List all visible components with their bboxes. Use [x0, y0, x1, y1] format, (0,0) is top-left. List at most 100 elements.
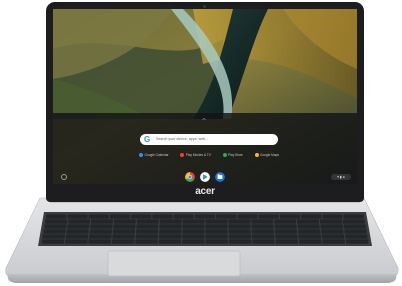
webcam	[203, 5, 206, 8]
keyboard-key[interactable]	[135, 239, 158, 244]
keyboard-key[interactable]	[342, 219, 365, 224]
keyboard-key[interactable]	[46, 214, 67, 219]
keyboard-key[interactable]	[159, 234, 182, 239]
keyboard-key[interactable]	[258, 214, 279, 219]
keyboard-key[interactable]	[274, 219, 297, 224]
keyboard-key[interactable]	[182, 239, 205, 244]
keyboard-key[interactable]	[252, 234, 275, 239]
keyboard-key[interactable]	[228, 219, 251, 224]
keyboard-key[interactable]	[205, 239, 228, 244]
suggestion-chip-play-store[interactable]: Play Store	[222, 151, 243, 159]
keyboard-key[interactable]	[65, 239, 88, 244]
keyboard-key[interactable]	[159, 219, 182, 224]
keyboard-key[interactable]	[251, 224, 274, 229]
keyboard-key[interactable]	[43, 229, 66, 234]
keyboard-key[interactable]	[67, 224, 90, 229]
keyboard-key[interactable]	[320, 224, 343, 229]
keyboard-key[interactable]	[111, 239, 135, 244]
keyboard-key[interactable]	[252, 239, 275, 244]
search-input[interactable]: Search your device, apps, web...	[156, 134, 208, 145]
keyboard-key[interactable]	[41, 239, 65, 244]
keyboard-key[interactable]	[205, 229, 228, 234]
keyboard-key[interactable]	[112, 234, 135, 239]
keyboard-key[interactable]	[343, 214, 364, 219]
keyboard-key[interactable]	[45, 219, 68, 224]
keyboard-key[interactable]	[320, 219, 342, 224]
suggestion-chip-calendar[interactable]: Google Calendar	[139, 151, 169, 159]
keyboard-key[interactable]	[251, 229, 274, 234]
keyboard-key[interactable]	[66, 229, 89, 234]
keyboard-key[interactable]	[159, 224, 182, 229]
google-icon: G	[144, 135, 151, 144]
keyboard-key[interactable]	[274, 224, 297, 229]
keyboard-key[interactable]	[135, 234, 158, 239]
keyboard-key[interactable]	[274, 229, 297, 234]
keyboard-key[interactable]	[205, 224, 228, 229]
keyboard-key[interactable]	[182, 219, 205, 224]
keyboard-key[interactable]	[182, 234, 205, 239]
keyboard-key[interactable]	[113, 224, 136, 229]
keyboard-key[interactable]	[345, 239, 369, 244]
files-icon[interactable]	[215, 172, 225, 182]
keyboard-key[interactable]	[322, 214, 343, 219]
keyboard-key[interactable]	[65, 234, 89, 239]
keyboard-key[interactable]	[298, 229, 321, 234]
keyboard-key[interactable]	[159, 229, 182, 234]
keyboard-key[interactable]	[89, 234, 112, 239]
keyboard-key[interactable]	[42, 234, 65, 239]
keyboard-key[interactable]	[301, 214, 322, 219]
keyboard-key[interactable]	[343, 224, 366, 229]
keyboard-key[interactable]	[299, 239, 322, 244]
suggestion-chip-play-movies[interactable]: Play Movies & TV	[180, 151, 211, 159]
keyboard-key[interactable]	[251, 219, 274, 224]
keyboard-key[interactable]	[152, 214, 173, 219]
chrome-icon[interactable]	[185, 172, 195, 182]
keyboard-key[interactable]	[275, 234, 298, 239]
keyboard-key[interactable]	[322, 239, 345, 244]
keyboard-key[interactable]	[112, 229, 135, 234]
keyboard-key[interactable]	[90, 224, 113, 229]
keyboard-key[interactable]	[89, 229, 112, 234]
keyboard-key[interactable]	[182, 229, 205, 234]
keyboard-key[interactable]	[321, 234, 345, 239]
keyboard-key[interactable]	[321, 229, 344, 234]
keyboard-key[interactable]	[297, 219, 319, 224]
touchpad[interactable]	[107, 250, 241, 277]
chevron-up-icon[interactable]: ⌃	[199, 117, 209, 127]
keyboard-key[interactable]	[228, 229, 251, 234]
keyboard-key[interactable]	[344, 229, 367, 234]
keyboard-key[interactable]	[228, 234, 252, 239]
launcher-search-box[interactable]: G Search your device, apps, web...	[140, 134, 278, 145]
keyboard-key[interactable]	[158, 239, 182, 244]
keyboard-key[interactable]	[113, 219, 136, 224]
status-tray[interactable]: ▾ ▮ ●	[331, 174, 351, 180]
keyboard-key[interactable]	[136, 219, 159, 224]
keyboard-key[interactable]	[216, 214, 237, 219]
launcher-circle-icon[interactable]	[61, 174, 67, 180]
keyboard-key[interactable]	[67, 214, 88, 219]
keyboard-key[interactable]	[88, 214, 109, 219]
keyboard-key[interactable]	[88, 239, 111, 244]
keyboard-key[interactable]	[345, 234, 368, 239]
keyboard-key[interactable]	[68, 219, 91, 224]
keyboard-key[interactable]	[237, 214, 258, 219]
keyboard-key[interactable]	[205, 234, 228, 239]
keyboard-key[interactable]	[298, 234, 321, 239]
play-store-icon[interactable]	[200, 172, 210, 182]
keyboard-key[interactable]	[228, 224, 251, 229]
suggestion-chip-maps[interactable]: Google Maps	[254, 151, 279, 159]
keyboard-key[interactable]	[173, 214, 194, 219]
keyboard-key[interactable]	[205, 219, 228, 224]
keyboard-key[interactable]	[109, 214, 131, 219]
keyboard-key[interactable]	[136, 224, 159, 229]
keyboard-key[interactable]	[136, 229, 159, 234]
keyboard-key[interactable]	[91, 219, 113, 224]
keyboard-key[interactable]	[131, 214, 152, 219]
keyboard-key[interactable]	[44, 224, 67, 229]
keyboard-key[interactable]	[182, 224, 205, 229]
keyboard-key[interactable]	[279, 214, 301, 219]
keyboard-key[interactable]	[228, 239, 252, 244]
keyboard-key[interactable]	[297, 224, 320, 229]
keyboard-key[interactable]	[194, 214, 216, 219]
keyboard-key[interactable]	[275, 239, 299, 244]
